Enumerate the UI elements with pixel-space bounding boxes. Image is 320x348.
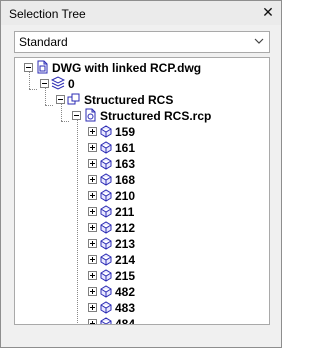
tree-node-layer[interactable]: 0 bbox=[15, 76, 265, 92]
expand-toggle[interactable] bbox=[88, 191, 97, 200]
close-button[interactable]: ✕ bbox=[260, 4, 276, 20]
tree-node-label: 215 bbox=[115, 269, 136, 283]
collapse-toggle[interactable] bbox=[56, 95, 65, 104]
expand-toggle[interactable] bbox=[88, 127, 97, 136]
tree-node-scan[interactable]: 211 bbox=[15, 204, 265, 220]
tree-node-scan[interactable]: 484 bbox=[15, 316, 265, 325]
expand-toggle[interactable] bbox=[88, 223, 97, 232]
scan-icon bbox=[100, 125, 112, 138]
scan-icon bbox=[100, 301, 112, 314]
scan-icon bbox=[100, 221, 112, 234]
tree-node-scan[interactable]: 213 bbox=[15, 236, 265, 252]
collapse-toggle[interactable] bbox=[40, 79, 49, 88]
collapse-toggle[interactable] bbox=[24, 63, 33, 72]
expand-toggle[interactable] bbox=[88, 271, 97, 280]
tree-node-scan[interactable]: 483 bbox=[15, 300, 265, 316]
scan-icon bbox=[100, 253, 112, 266]
expand-toggle[interactable] bbox=[88, 303, 97, 312]
tree-node-label: Structured RCS bbox=[84, 93, 174, 107]
selection-tree-panel: Selection Tree ✕ Standard DWG with linke… bbox=[0, 0, 282, 348]
tree-node-label: 159 bbox=[115, 125, 136, 139]
tree-node-label: 210 bbox=[115, 189, 136, 203]
tree-node-scan[interactable]: 159 bbox=[15, 124, 265, 140]
tree-node-label: 168 bbox=[115, 173, 136, 187]
expand-toggle[interactable] bbox=[88, 255, 97, 264]
tree-node-rcp-file[interactable]: Structured RCS.rcp bbox=[15, 108, 265, 124]
scan-icon bbox=[100, 141, 112, 154]
tree-node-label: 213 bbox=[115, 237, 136, 251]
tree-node-label: 482 bbox=[115, 285, 136, 299]
tree-node-scan[interactable]: 214 bbox=[15, 252, 265, 268]
rcp-file-icon bbox=[85, 108, 96, 122]
tree-node-label: DWG with linked RCP.dwg bbox=[52, 61, 202, 75]
expand-toggle[interactable] bbox=[88, 175, 97, 184]
scan-icon bbox=[100, 317, 112, 324]
tree-node-scan[interactable]: 163 bbox=[15, 156, 265, 172]
panel-titlebar: Selection Tree ✕ bbox=[1, 1, 281, 25]
tree-node-scan[interactable]: 210 bbox=[15, 188, 265, 204]
selection-mode-dropdown[interactable]: Standard bbox=[14, 31, 270, 53]
tree-node-scan[interactable]: 168 bbox=[15, 172, 265, 188]
expand-toggle[interactable] bbox=[88, 143, 97, 152]
tree-node-scan[interactable]: 215 bbox=[15, 268, 265, 284]
tree-node-label: 212 bbox=[115, 221, 136, 235]
bottom-strip bbox=[14, 326, 268, 340]
layer-icon bbox=[51, 76, 65, 90]
tree-node-label: 163 bbox=[115, 157, 136, 171]
selection-tree-view[interactable]: DWG with linked RCP.dwg 0 Structured RCS bbox=[14, 57, 270, 325]
scan-icon bbox=[100, 237, 112, 250]
expand-toggle[interactable] bbox=[88, 287, 97, 296]
tree-node-scan[interactable]: 212 bbox=[15, 220, 265, 236]
chevron-down-icon bbox=[254, 38, 264, 44]
expand-toggle[interactable] bbox=[88, 159, 97, 168]
scan-icon bbox=[100, 189, 112, 202]
expand-toggle[interactable] bbox=[88, 239, 97, 248]
tree-node-label: 211 bbox=[115, 205, 135, 219]
dropdown-value: Standard bbox=[19, 35, 68, 49]
panel-title: Selection Tree bbox=[9, 7, 86, 21]
tree-node-scan[interactable]: 161 bbox=[15, 140, 265, 156]
tree-node-label: 0 bbox=[68, 77, 75, 91]
scan-icon bbox=[100, 205, 112, 218]
tree-node-label: 484 bbox=[115, 317, 136, 325]
tree-node-root-file[interactable]: DWG with linked RCP.dwg bbox=[15, 60, 265, 76]
tree-node-label: 483 bbox=[115, 301, 136, 315]
scan-icon bbox=[100, 269, 112, 282]
tree-node-label: 161 bbox=[115, 141, 136, 155]
tree-node-group[interactable]: Structured RCS bbox=[15, 92, 265, 108]
dwg-file-icon bbox=[37, 60, 48, 74]
tree-node-scan[interactable]: 482 bbox=[15, 284, 265, 300]
scan-icon bbox=[100, 285, 112, 298]
scan-icon bbox=[100, 157, 112, 170]
expand-toggle[interactable] bbox=[88, 207, 97, 216]
expand-toggle[interactable] bbox=[88, 319, 97, 324]
scan-icon bbox=[100, 173, 112, 186]
tree-node-label: Structured RCS.rcp bbox=[100, 109, 212, 123]
collapse-toggle[interactable] bbox=[72, 111, 81, 120]
tree-node-label: 214 bbox=[115, 253, 136, 267]
group-icon bbox=[67, 93, 80, 105]
